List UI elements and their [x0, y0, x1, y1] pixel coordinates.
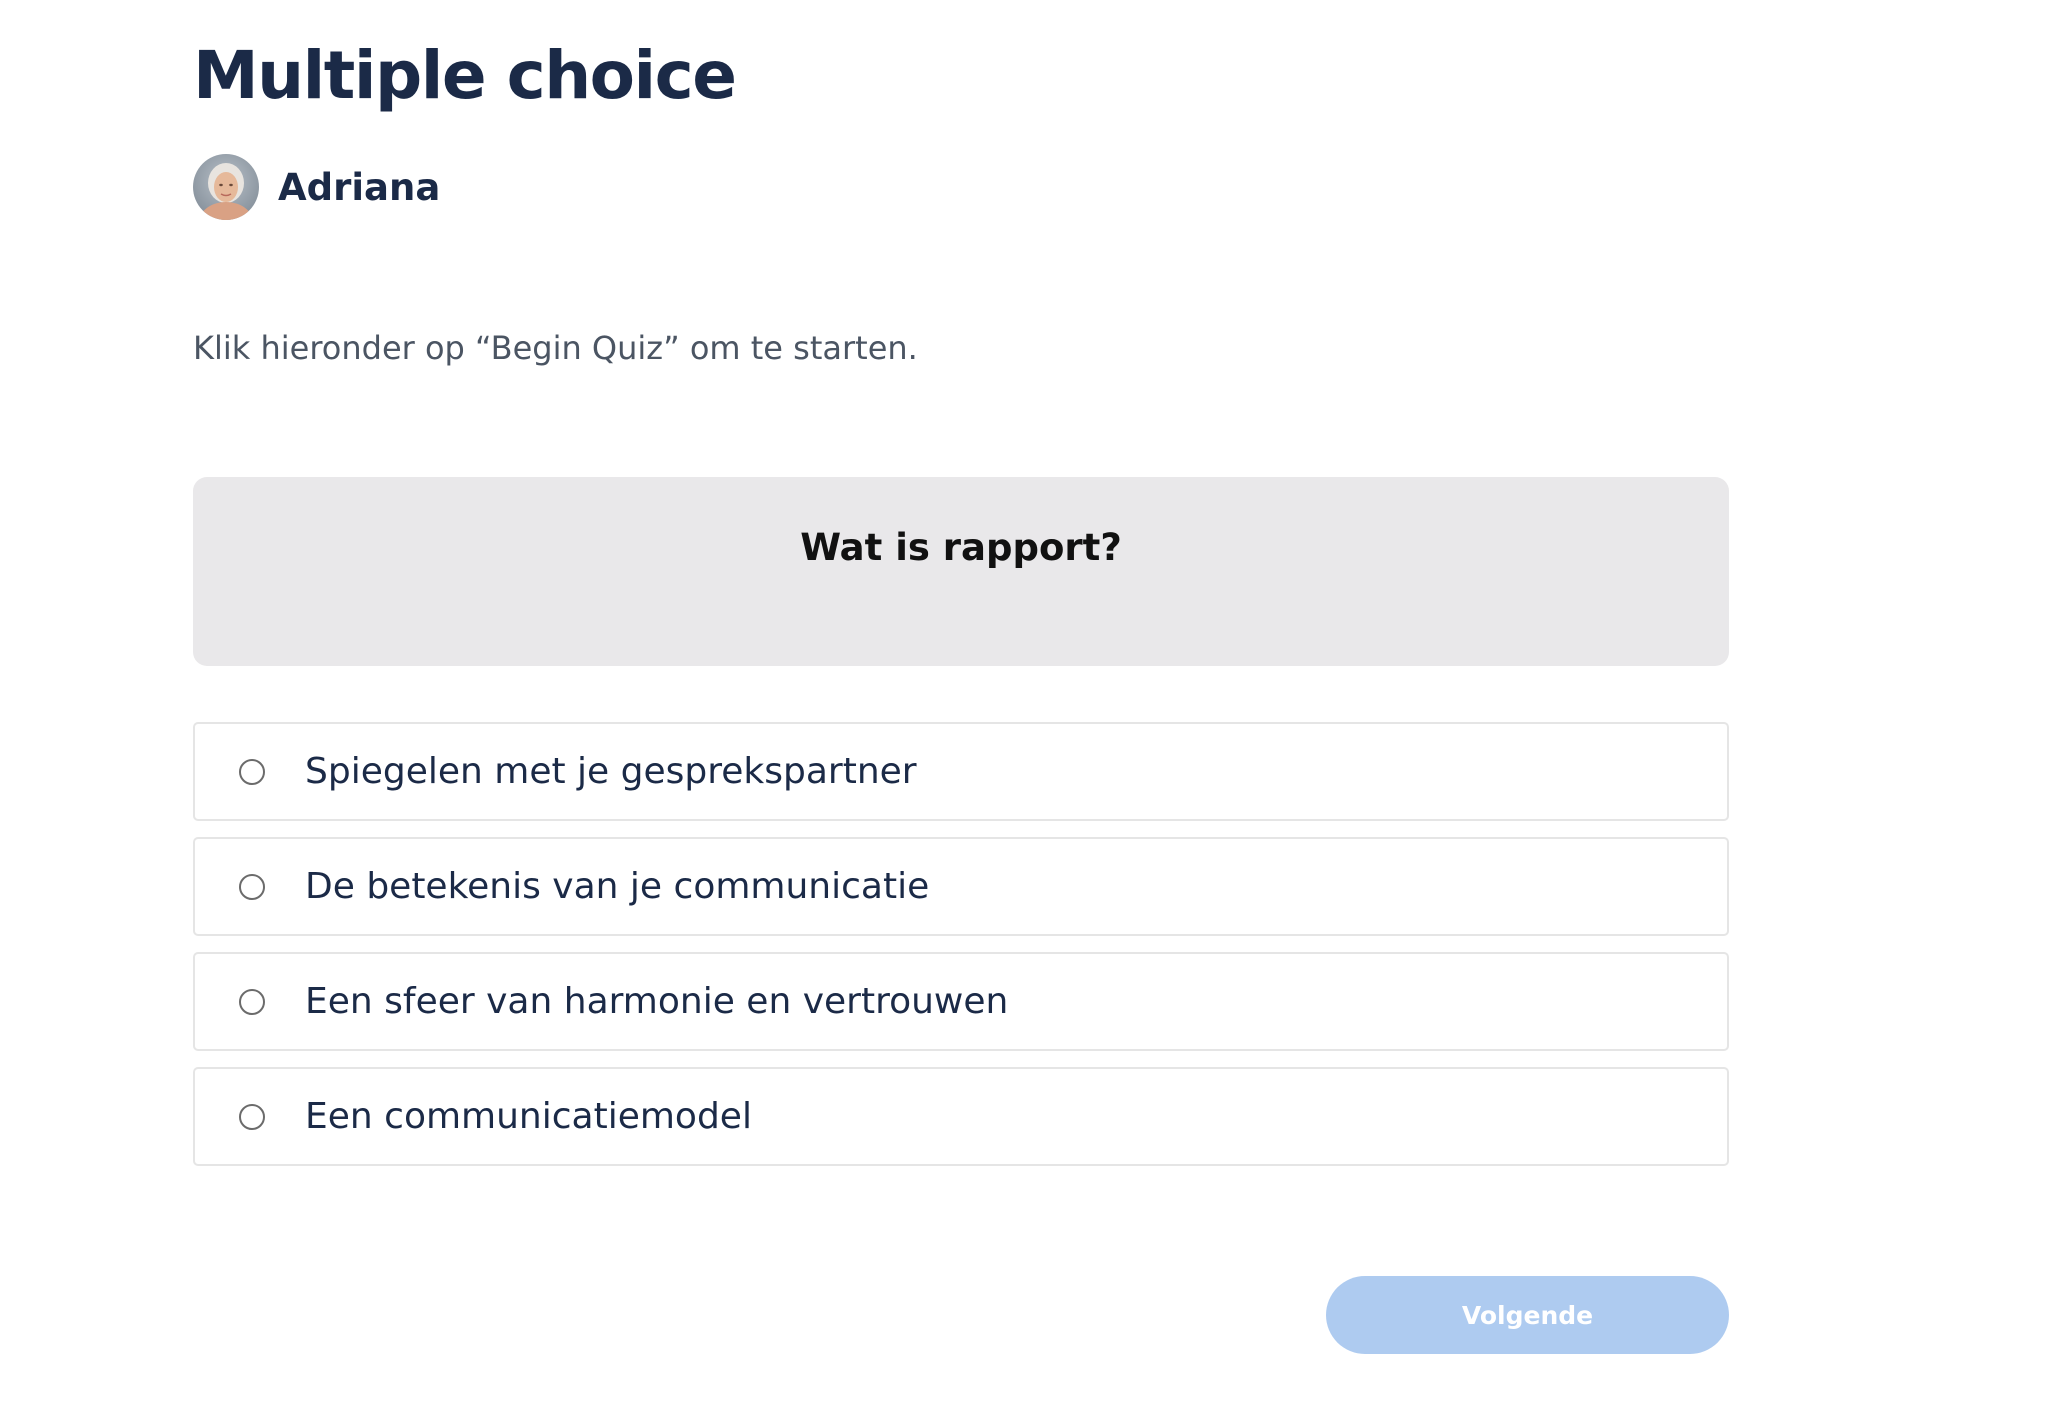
radio-button[interactable]	[239, 1103, 265, 1130]
answer-option[interactable]: Een sfeer van harmonie en vertrouwen	[193, 952, 1729, 1051]
answer-option-label: De betekenis van je communicatie	[305, 866, 930, 907]
answer-option[interactable]: Spiegelen met je gesprekspartner	[193, 722, 1729, 821]
answer-option[interactable]: De betekenis van je communicatie	[193, 837, 1729, 936]
intro-text: Klik hieronder op “Begin Quiz” om te sta…	[193, 329, 918, 367]
radio-button[interactable]	[239, 988, 265, 1015]
answer-option-label: Een sfeer van harmonie en vertrouwen	[305, 981, 1009, 1022]
avatar	[193, 154, 259, 220]
page-title: Multiple choice	[193, 37, 737, 114]
author-name: Adriana	[278, 165, 441, 209]
next-button[interactable]: Volgende	[1326, 1276, 1729, 1354]
answer-options: Spiegelen met je gesprekspartner De bete…	[193, 722, 1729, 1182]
question-card: Wat is rapport?	[193, 477, 1729, 666]
radio-button[interactable]	[239, 758, 265, 785]
author: Adriana	[193, 154, 440, 220]
answer-option-label: Spiegelen met je gesprekspartner	[305, 751, 917, 792]
answer-option-label: Een communicatiemodel	[305, 1096, 752, 1137]
question-text: Wat is rapport?	[800, 526, 1122, 569]
answer-option[interactable]: Een communicatiemodel	[193, 1067, 1729, 1166]
avatar-photo-icon	[193, 154, 259, 220]
radio-button[interactable]	[239, 873, 265, 900]
